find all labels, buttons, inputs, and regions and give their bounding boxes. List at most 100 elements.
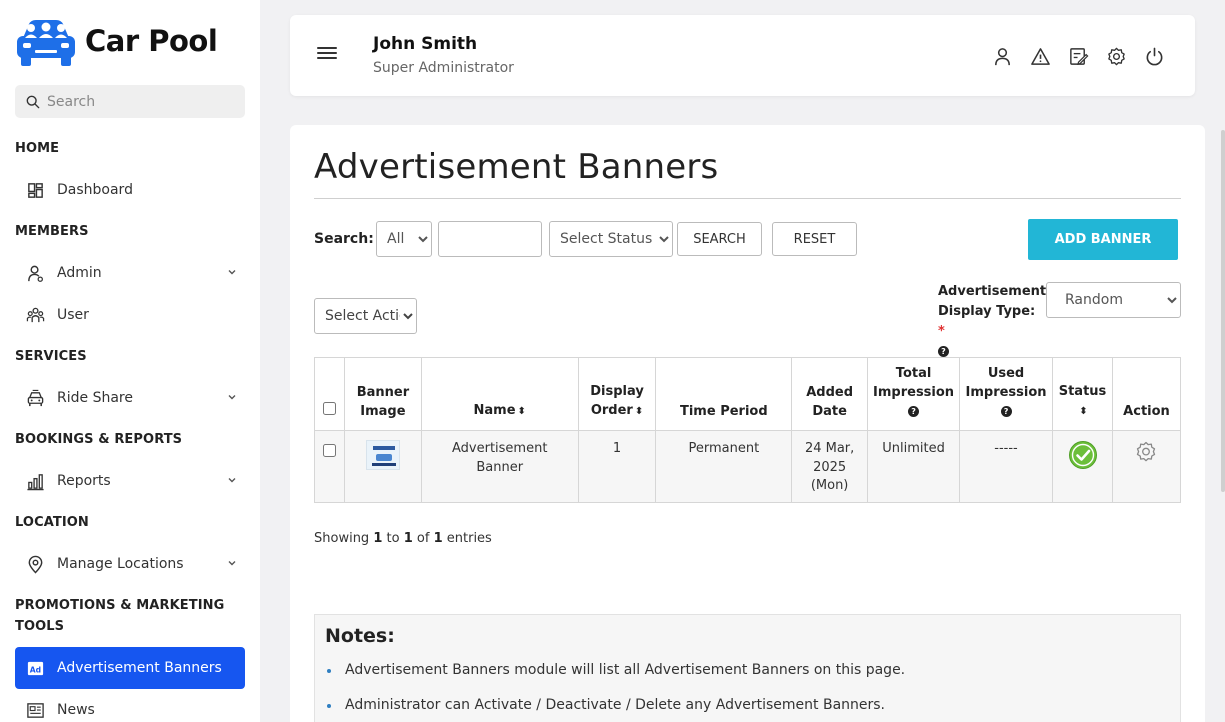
row-checkbox[interactable]: [322, 444, 336, 457]
title-divider: [314, 198, 1181, 199]
col-used-impression: Used Impression?: [959, 357, 1054, 431]
sidebar-search[interactable]: [15, 85, 245, 118]
page-title: Advertisement Banners: [314, 147, 719, 187]
alert-triangle-icon[interactable]: [1029, 45, 1051, 67]
help-icon[interactable]: ?: [908, 406, 920, 417]
required-mark: *: [938, 324, 945, 339]
chevron-down-icon: [228, 395, 236, 400]
display-order-cell: 1: [577, 430, 657, 503]
main-card: Advertisement Banners Search: All Select…: [290, 125, 1205, 722]
total-impression-cell: Unlimited: [867, 430, 961, 503]
newspaper-icon: [25, 700, 45, 720]
bulk-action-select[interactable]: Select Action: [314, 298, 417, 334]
notes-list: Advertisement Banners module will list a…: [325, 661, 1170, 715]
sidebar-item-label: Dashboard: [57, 182, 133, 198]
section-promotions-line2: TOOLS: [15, 619, 65, 634]
sidebar-item-label: Advertisement Banners: [57, 660, 222, 676]
car-icon: [25, 388, 45, 408]
menu-toggle-icon[interactable]: [317, 47, 337, 61]
settings-icon[interactable]: [1105, 45, 1127, 67]
bar-chart-icon: [25, 471, 45, 491]
chevron-down-icon: [228, 561, 236, 566]
banner-name-cell: Advertisement Banner: [420, 430, 579, 503]
section-services: SERVICES: [15, 349, 87, 364]
display-type-label-line1: Advertisement: [938, 284, 1047, 299]
banner-thumbnail-cell: [343, 430, 422, 503]
sidebar-item-user[interactable]: User: [15, 295, 245, 335]
search-input[interactable]: [438, 221, 542, 257]
edit-note-icon[interactable]: [1067, 45, 1089, 67]
active-status-icon[interactable]: [1068, 441, 1098, 474]
dashboard-icon: [25, 180, 45, 200]
search-scope-select[interactable]: All: [376, 221, 432, 257]
status-cell: [1052, 430, 1113, 503]
ad-icon: Ad: [25, 658, 45, 678]
sidebar-item-reports[interactable]: Reports: [15, 461, 245, 501]
brand[interactable]: Car Pool: [15, 14, 218, 68]
section-bookings-reports: BOOKINGS & REPORTS: [15, 432, 183, 447]
display-type-select[interactable]: Random: [1046, 282, 1181, 318]
display-type-label-line2: Display Type:: [938, 304, 1036, 319]
chevron-down-icon: [228, 478, 236, 483]
banners-table: Banner Image Name ⬍ Display Order ⬍ Time Per…: [314, 357, 1182, 503]
sidebar-item-admin[interactable]: Admin: [15, 253, 245, 293]
added-date-cell: 24 Mar, 2025 (Mon): [791, 430, 869, 503]
sidebar-item-ride-share[interactable]: Ride Share: [15, 378, 245, 418]
col-name[interactable]: Name ⬍: [420, 357, 579, 431]
sidebar-item-manage-locations[interactable]: Manage Locations: [15, 544, 245, 584]
display-type-label: Advertisement Display Type: * ?: [938, 282, 1047, 362]
svg-text:Ad: Ad: [29, 665, 40, 674]
sort-icon[interactable]: ⬍: [518, 406, 526, 417]
col-display-order[interactable]: Display Order ⬍: [577, 357, 657, 431]
brand-name: Car Pool: [85, 24, 218, 58]
sort-icon[interactable]: ⬍: [1079, 406, 1087, 417]
action-cell: [1111, 430, 1182, 503]
help-icon[interactable]: ?: [1000, 406, 1012, 417]
search-label: Search:: [314, 231, 374, 247]
chevron-down-icon: [228, 270, 236, 275]
select-all-checkbox[interactable]: [322, 402, 336, 415]
sidebar-item-label: Admin: [57, 265, 102, 281]
sidebar-search-input[interactable]: [47, 93, 237, 110]
sidebar-item-label: Reports: [57, 473, 111, 489]
col-time-period: Time Period: [655, 357, 793, 431]
list-item: Advertisement Banners module will list a…: [325, 661, 1170, 680]
table-row: Advertisement Banner 1 Permanent 24 Mar, 2…: [314, 430, 1182, 503]
header-actions: [991, 45, 1165, 67]
admin-user-icon: [25, 263, 45, 283]
status-select[interactable]: Select Status: [549, 221, 673, 257]
gear-icon[interactable]: [1134, 441, 1158, 468]
select-all-cell: [314, 357, 345, 431]
help-icon[interactable]: ?: [938, 346, 949, 357]
power-icon[interactable]: [1143, 45, 1165, 67]
sidebar-item-label: Ride Share: [57, 390, 133, 406]
section-location: LOCATION: [15, 515, 89, 530]
section-members: MEMBERS: [15, 224, 89, 239]
sidebar-item-news[interactable]: News: [15, 690, 245, 722]
col-added-date: Added Date: [791, 357, 869, 431]
col-status[interactable]: Status ⬍: [1052, 357, 1113, 431]
sidebar-item-dashboard[interactable]: Dashboard: [15, 170, 245, 210]
sort-icon[interactable]: ⬍: [635, 406, 643, 417]
sidebar-item-advertisement-banners[interactable]: Ad Advertisement Banners: [15, 647, 245, 689]
add-banner-button[interactable]: ADD BANNER: [1028, 219, 1178, 260]
search-button[interactable]: SEARCH: [677, 222, 762, 256]
pagination-summary: Showing 1 to 1 of 1 entries: [314, 531, 492, 546]
table-header-row: Banner Image Name ⬍ Display Order ⬍ Time Per…: [314, 357, 1182, 431]
section-promotions-line1: PROMOTIONS & MARKETING: [15, 598, 225, 613]
notes-title: Notes:: [325, 625, 395, 647]
notes-panel: Notes: Advertisement Banners module will…: [314, 614, 1181, 722]
map-pin-icon: [25, 554, 45, 574]
used-impression-cell: -----: [959, 430, 1054, 503]
user-icon[interactable]: [991, 45, 1013, 67]
banner-thumbnail[interactable]: [365, 440, 400, 470]
col-total-impression: Total Impression?: [867, 357, 961, 431]
list-item: Administrator can Activate / Deactivate …: [325, 696, 1170, 715]
sidebar: Car Pool HOME Dashboard MEMBERS Admin Us…: [0, 0, 260, 722]
page-scrollbar[interactable]: [1221, 130, 1225, 492]
col-banner-image: Banner Image: [343, 357, 422, 431]
search-icon: [26, 95, 40, 108]
sidebar-item-label: Manage Locations: [57, 556, 184, 572]
time-period-cell: Permanent: [655, 430, 793, 503]
reset-button[interactable]: RESET: [772, 222, 857, 256]
